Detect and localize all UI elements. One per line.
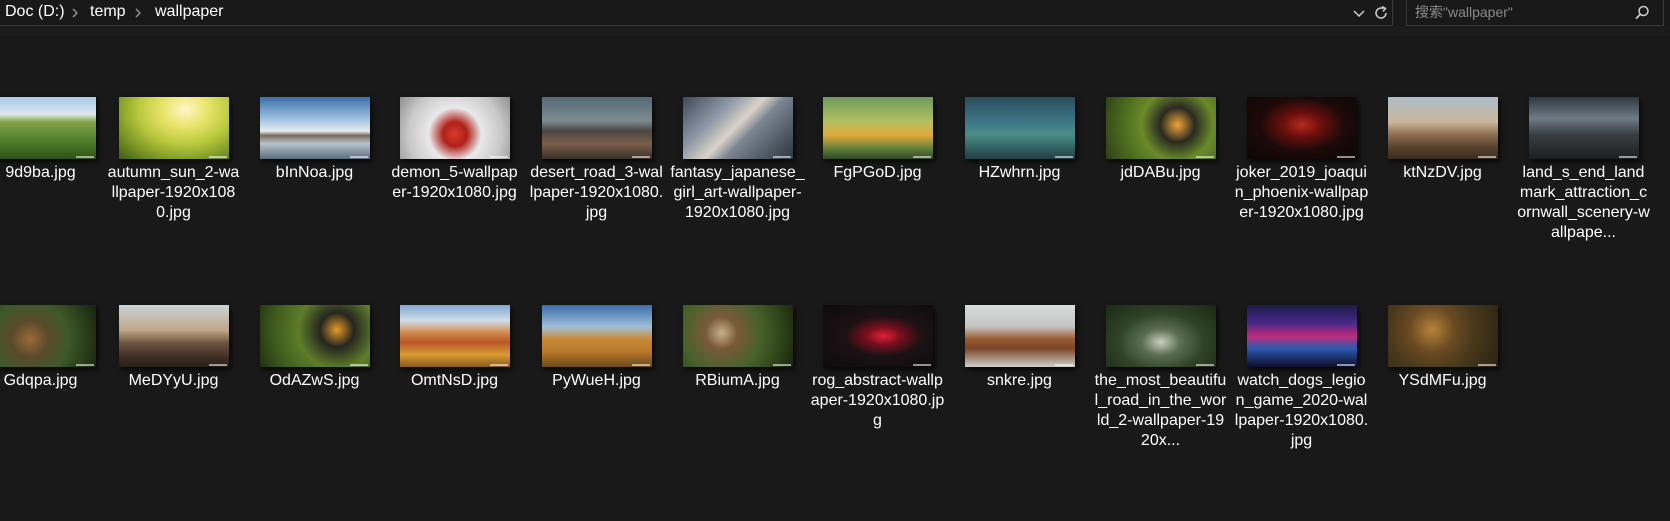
file-name: YSdMFu.jpg [1398, 372, 1487, 389]
file-thumbnail [822, 97, 933, 159]
search-input[interactable] [1415, 2, 1625, 22]
file-item[interactable]: desert_road_3-wallpaper-1920x1080.jpg [529, 97, 664, 223]
file-thumbnail [1387, 97, 1498, 159]
file-name: fantasy_japanese_girl_art-wallpaper-1920… [670, 164, 805, 221]
file-name: desert_road_3-wallpaper-1920x1080.jpg [529, 164, 664, 221]
file-item[interactable]: land_s_end_landmark_attraction_cornwall_… [1516, 97, 1651, 243]
file-thumbnail [399, 305, 510, 367]
file-item[interactable]: Gdqpa.jpg [0, 305, 108, 391]
file-item[interactable]: watch_dogs_legion_game_2020-wallpaper-19… [1234, 305, 1369, 451]
file-thumbnail [822, 305, 933, 367]
file-item[interactable]: 9d9ba.jpg [0, 97, 108, 183]
file-name: watch_dogs_legion_game_2020-wallpaper-19… [1234, 372, 1369, 449]
file-thumbnail [1528, 97, 1639, 159]
file-item[interactable]: the_most_beautiful_road_in_the_world_2-w… [1093, 305, 1228, 451]
file-thumbnail [259, 305, 370, 367]
file-thumbnail [259, 97, 370, 159]
file-name: MeDYyU.jpg [128, 372, 219, 389]
file-thumbnail [118, 305, 229, 367]
file-item[interactable]: joker_2019_joaquin_phoenix-wallpaper-192… [1234, 97, 1369, 223]
chevron-right-icon[interactable] [133, 6, 143, 20]
file-thumbnail [1246, 305, 1357, 367]
file-thumbnail [541, 97, 652, 159]
chevron-right-icon[interactable] [70, 6, 80, 20]
file-name: joker_2019_joaquin_phoenix-wallpaper-192… [1234, 164, 1369, 221]
file-item[interactable]: ktNzDV.jpg [1375, 97, 1510, 183]
file-item[interactable]: OmtNsD.jpg [387, 305, 522, 391]
file-thumbnail [0, 305, 96, 367]
file-item[interactable]: demon_5-wallpaper-1920x1080.jpg [387, 97, 522, 203]
file-name: demon_5-wallpaper-1920x1080.jpg [391, 164, 518, 201]
file-name: OdAZwS.jpg [269, 372, 360, 389]
file-name: snkre.jpg [987, 372, 1052, 389]
breadcrumb-drive[interactable]: Doc (D:) [5, 3, 65, 21]
file-thumbnail [1105, 305, 1216, 367]
file-name: the_most_beautiful_road_in_the_world_2-w… [1094, 372, 1227, 449]
file-item[interactable]: YSdMFu.jpg [1375, 305, 1510, 391]
breadcrumb-wallpaper[interactable]: wallpaper [155, 3, 223, 21]
file-item[interactable]: RBiumA.jpg [670, 305, 805, 391]
file-thumbnail [399, 97, 510, 159]
file-thumbnail [964, 97, 1075, 159]
file-item[interactable]: autumn_sun_2-wallpaper-1920x1080.jpg [106, 97, 241, 223]
chevron-down-icon[interactable] [1351, 5, 1367, 21]
file-item[interactable]: bInNoa.jpg [247, 97, 382, 183]
file-item[interactable]: OdAZwS.jpg [247, 305, 382, 391]
file-item[interactable]: PyWueH.jpg [529, 305, 664, 391]
search-box[interactable] [1406, 0, 1664, 26]
refresh-icon[interactable] [1372, 4, 1390, 22]
file-name: HZwhrn.jpg [978, 164, 1061, 181]
file-thumbnail [118, 97, 229, 159]
file-thumbnail [1246, 97, 1357, 159]
file-item[interactable]: fantasy_japanese_girl_art-wallpaper-1920… [670, 97, 805, 223]
file-name: ktNzDV.jpg [1403, 164, 1482, 181]
file-name: rog_abstract-wallpaper-1920x1080.jpg [810, 372, 945, 429]
file-name: 9d9ba.jpg [5, 164, 76, 181]
file-thumbnail [0, 97, 96, 159]
content-header-strip [0, 26, 1670, 36]
file-name: land_s_end_landmark_attraction_cornwall_… [1517, 164, 1650, 241]
file-thumbnail [1105, 97, 1216, 159]
file-name: PyWueH.jpg [552, 372, 641, 389]
file-name: Gdqpa.jpg [3, 372, 78, 389]
file-thumbnail [1387, 305, 1498, 367]
address-bar[interactable]: Doc (D:) temp wallpaper [0, 0, 1393, 26]
file-name: FgPGoD.jpg [833, 164, 922, 181]
file-item[interactable]: HZwhrn.jpg [952, 97, 1087, 183]
file-name: bInNoa.jpg [275, 164, 354, 181]
file-item[interactable]: snkre.jpg [952, 305, 1087, 391]
file-name: OmtNsD.jpg [410, 372, 499, 389]
file-name: jdDABu.jpg [1120, 164, 1201, 181]
file-thumbnail [541, 305, 652, 367]
file-thumbnail [682, 305, 793, 367]
file-thumbnail [964, 305, 1075, 367]
file-item[interactable]: jdDABu.jpg [1093, 97, 1228, 183]
search-icon[interactable] [1633, 4, 1651, 22]
file-item[interactable]: MeDYyU.jpg [106, 305, 241, 391]
file-thumbnail [682, 97, 793, 159]
file-item[interactable]: rog_abstract-wallpaper-1920x1080.jpg [810, 305, 945, 431]
breadcrumb-temp[interactable]: temp [90, 3, 126, 21]
file-name: RBiumA.jpg [695, 372, 780, 389]
file-name: autumn_sun_2-wallpaper-1920x1080.jpg [107, 164, 240, 221]
file-item[interactable]: FgPGoD.jpg [810, 97, 945, 183]
